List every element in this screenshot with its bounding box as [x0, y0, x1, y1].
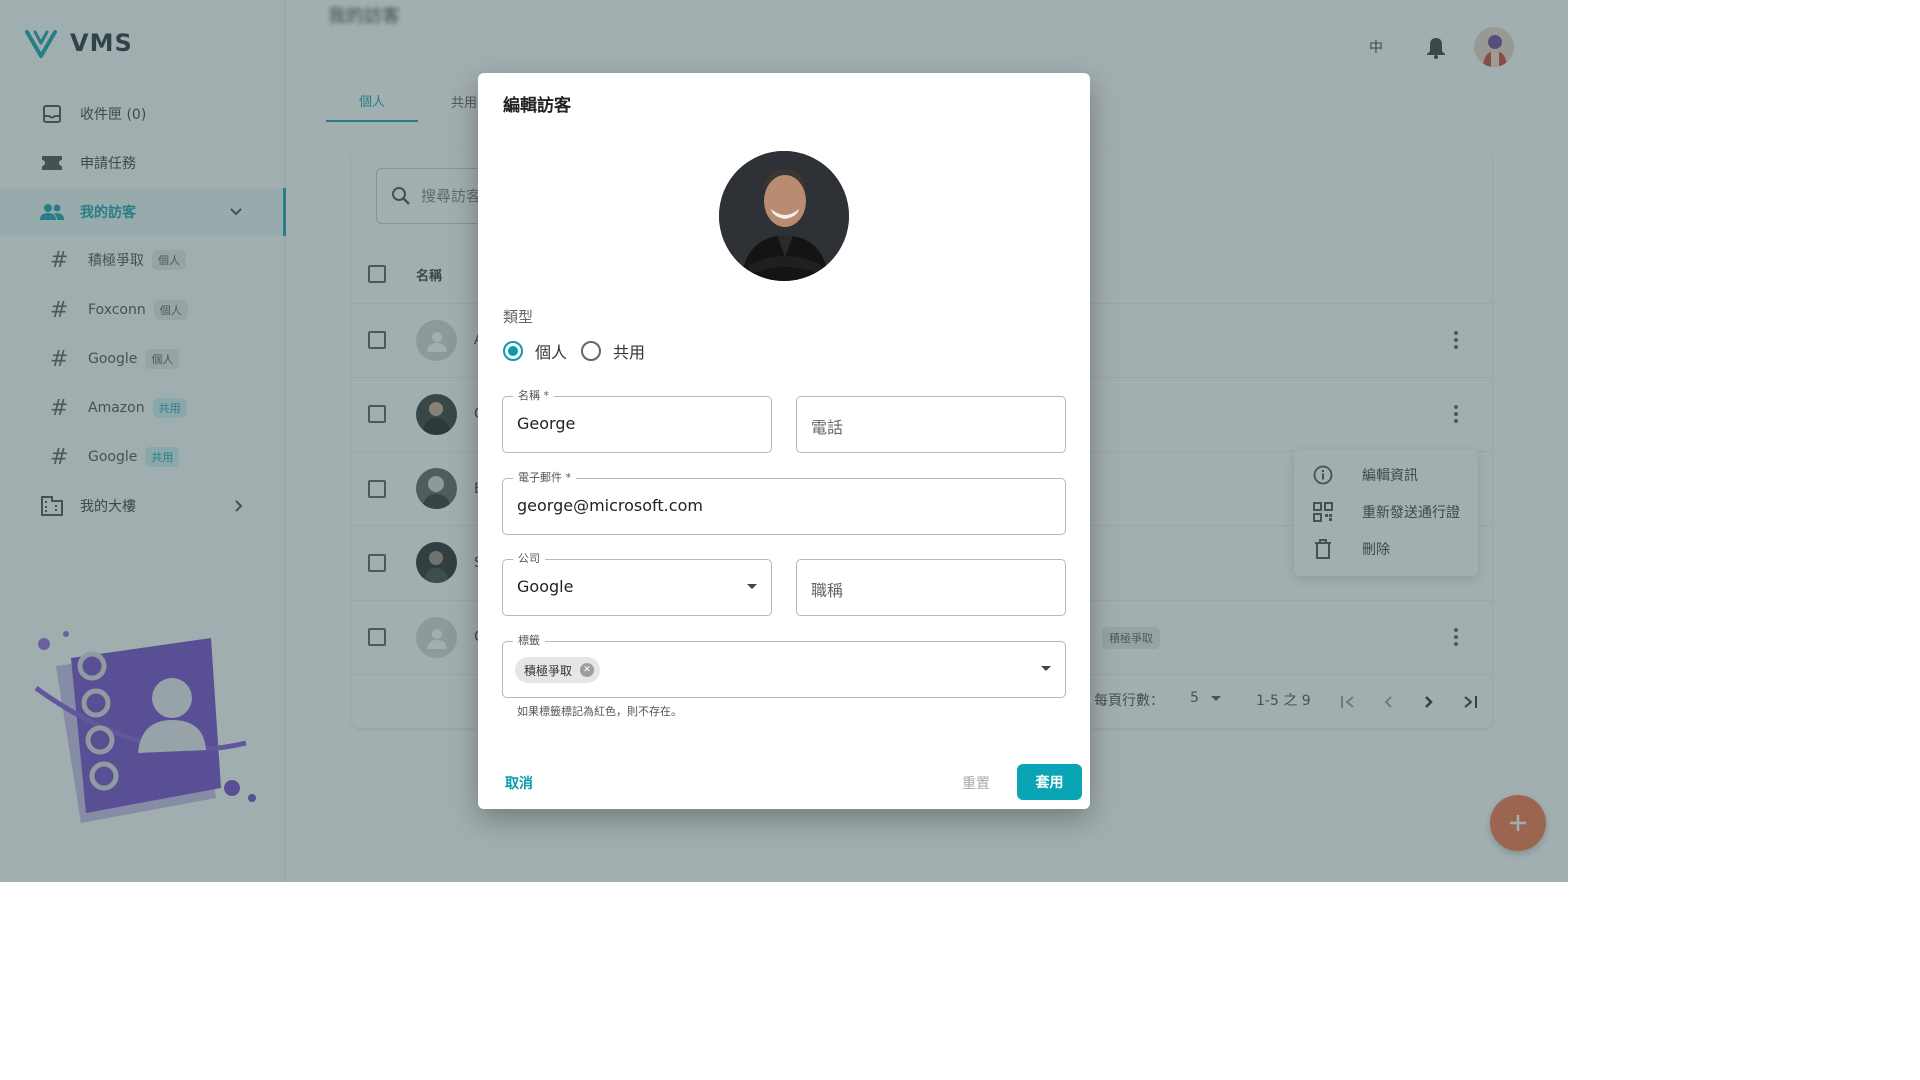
type-radio-group: 個人 共用: [503, 339, 659, 363]
job-title-field[interactable]: 職稱: [796, 559, 1066, 616]
tags-select[interactable]: 標籤 積極爭取 ✕: [502, 634, 1066, 698]
field-label: 公司: [513, 552, 545, 566]
radio-personal[interactable]: 個人: [503, 339, 567, 363]
company-value: Google: [517, 577, 574, 596]
field-label: 名稱 *: [513, 389, 554, 403]
name-value: George: [517, 414, 576, 433]
name-field[interactable]: 名稱 * George: [502, 389, 772, 453]
tags-helper-text: 如果標籤標記為紅色，則不存在。: [517, 705, 682, 718]
job-title-placeholder: 職稱: [811, 581, 844, 600]
field-label: 電子郵件 *: [513, 471, 576, 485]
apply-button[interactable]: 套用: [1017, 764, 1082, 800]
radio-unchecked-icon: [581, 341, 602, 361]
radio-shared[interactable]: 共用: [581, 339, 645, 363]
phone-placeholder: 電話: [811, 418, 844, 437]
field-label: 標籤: [513, 634, 545, 648]
visitor-photo[interactable]: [719, 151, 849, 281]
phone-field[interactable]: 電話: [796, 396, 1066, 453]
radio-checked-icon: [503, 341, 523, 361]
cancel-button[interactable]: 取消: [505, 773, 533, 793]
email-value: george@microsoft.com: [517, 496, 703, 515]
chip-remove-icon[interactable]: ✕: [580, 663, 595, 677]
radio-label: 共用: [613, 343, 646, 362]
dialog-title: 編輯訪客: [503, 96, 571, 116]
edit-visitor-dialog: 編輯訪客 類型 個人 共用 名稱 * George 電話 電子郵件 * geor…: [478, 73, 1090, 809]
tag-chip[interactable]: 積極爭取 ✕: [515, 657, 601, 683]
caret-down-icon: [1041, 666, 1051, 671]
company-select[interactable]: 公司 Google: [502, 552, 772, 616]
reset-button[interactable]: 重置: [962, 773, 990, 793]
tag-chip-label: 積極爭取: [524, 663, 573, 678]
caret-down-icon: [747, 584, 757, 589]
email-field[interactable]: 電子郵件 * george@microsoft.com: [502, 471, 1066, 535]
radio-label: 個人: [535, 343, 568, 362]
type-label: 類型: [503, 308, 534, 326]
